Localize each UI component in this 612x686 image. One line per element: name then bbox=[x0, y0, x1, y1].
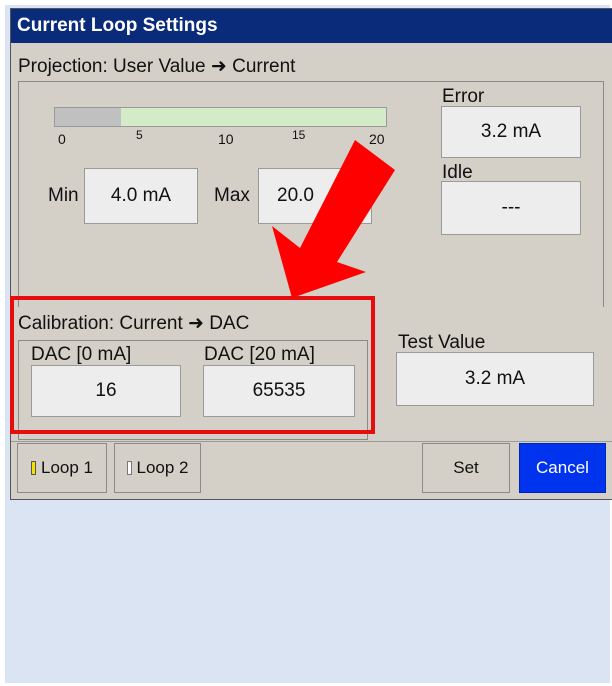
annotation-arrow-icon bbox=[272, 140, 395, 298]
annotation-arrow-shape bbox=[272, 140, 395, 298]
